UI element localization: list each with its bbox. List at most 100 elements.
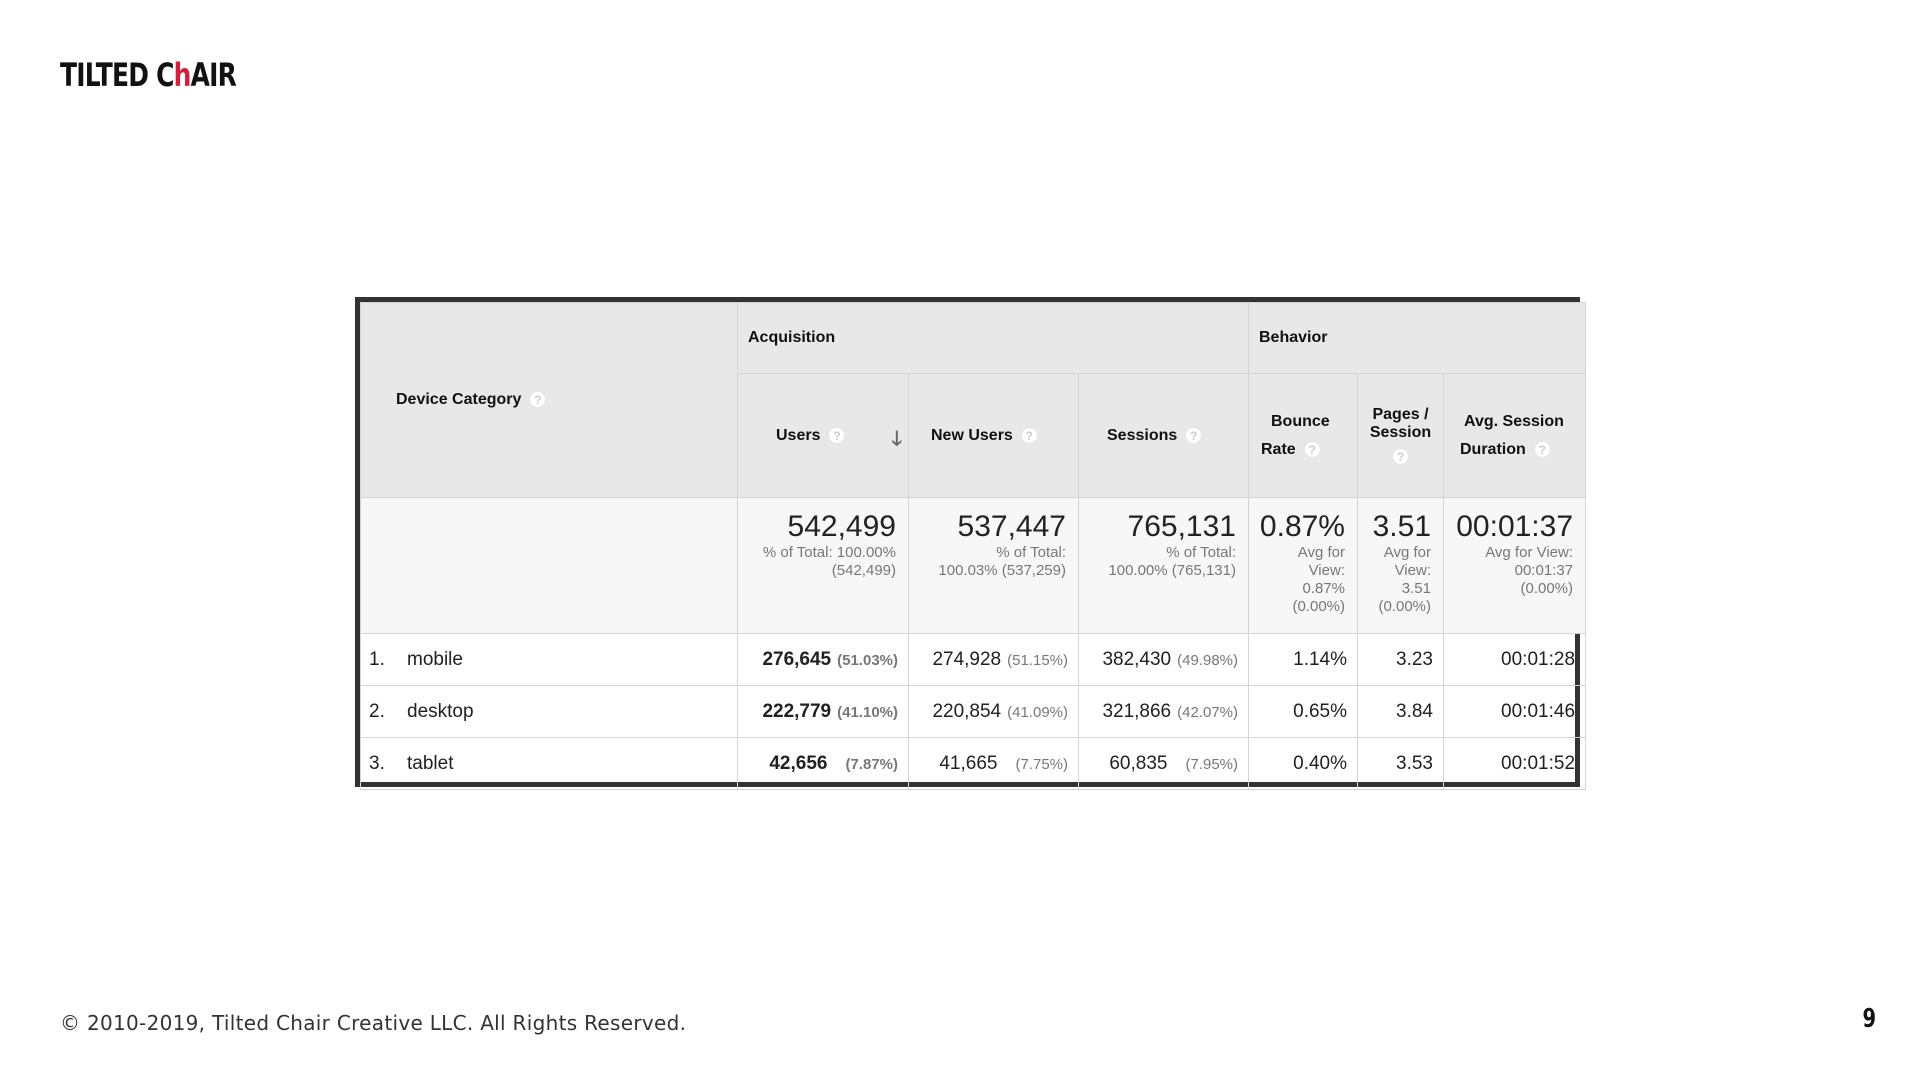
bounce-rate-column-header[interactable]: Bounce Rate? <box>1248 373 1358 498</box>
device-cell[interactable]: 3. tablet <box>360 737 738 790</box>
pages-total-note: (0.00%) <box>1378 598 1431 615</box>
users-value: 42,656 <box>769 752 828 774</box>
help-icon[interactable]: ? <box>529 391 547 409</box>
device-name[interactable]: tablet <box>407 753 453 774</box>
row-rank: 1. <box>369 648 385 670</box>
sessions-value: 382,430 <box>1102 648 1172 670</box>
new-users-value: 274,928 <box>932 648 1002 670</box>
new-users-cell: 41,665 (7.75%) <box>908 737 1079 790</box>
users-header-label: Users <box>776 426 821 444</box>
logo-text: TILTED C <box>60 56 174 94</box>
users-value: 222,779 <box>762 700 832 722</box>
analytics-table: Device Category? Acquisition Behavior Us… <box>355 297 1587 790</box>
table-row: 3. tablet 42,656 (7.87%) 41,665 (7.75%) 60,… <box>360 737 1587 790</box>
pages-session-cell: 3.53 <box>1357 737 1444 790</box>
users-column-header[interactable]: Users? 🡓 <box>737 373 909 498</box>
device-name[interactable]: desktop <box>407 701 474 722</box>
sessions-cell: 382,430 (49.98%) <box>1078 633 1249 686</box>
bounce-total-note: (0.00%) <box>1292 598 1345 615</box>
pages-total: 3.51 <box>1372 510 1431 543</box>
help-icon[interactable]: ? <box>1185 426 1203 444</box>
row-rank: 2. <box>369 700 385 722</box>
users-cell: 42,656 (7.87%) <box>737 737 909 790</box>
sessions-total-note: % of Total: <box>1166 544 1236 561</box>
bounce-total-note: View: <box>1308 562 1345 579</box>
new-users-total-note: % of Total: <box>996 544 1066 561</box>
sessions-cell: 321,866 (42.07%) <box>1078 685 1249 738</box>
avg-duration-cell: 00:01:28 <box>1442 633 1587 686</box>
bounce-rate-cell: 0.65% <box>1248 685 1358 738</box>
copyright-footer: © 2010-2019, Tilted Chair Creative LLC. … <box>60 1011 687 1035</box>
users-percent: (7.87%) <box>845 755 898 773</box>
totals-empty-cell <box>360 497 738 634</box>
brand-logo: TILTED ChAIR <box>60 56 237 94</box>
help-icon[interactable]: ? <box>1392 447 1409 465</box>
sessions-total-cell: 765,131 % of Total: 100.00% (765,131) <box>1078 497 1249 634</box>
bounce-total-note: 0.87% <box>1302 580 1345 597</box>
users-total-cell: 542,499 % of Total: 100.00% (542,499) <box>737 497 909 634</box>
bounce-rate-total-cell: 0.87% Avg for View: 0.87% (0.00%) <box>1248 497 1358 634</box>
totals-row: 542,499 % of Total: 100.00% (542,499) 53… <box>360 497 1587 634</box>
help-icon[interactable]: ? <box>1533 440 1551 458</box>
table-row: 1. mobile 276,645 (51.03%) 274,928 (51.15%)… <box>360 633 1587 686</box>
new-users-column-header[interactable]: New Users? <box>908 373 1079 498</box>
avg-duration-cell: 00:01:46 <box>1442 685 1587 738</box>
help-icon[interactable]: ? <box>1303 440 1321 458</box>
users-percent: (41.10%) <box>837 703 898 721</box>
pages-header-line2: Session <box>1369 423 1432 441</box>
logo-accent: h <box>173 56 192 94</box>
new-users-value: 220,854 <box>932 700 1002 722</box>
bounce-rate-total: 0.87% <box>1259 510 1345 543</box>
new-users-total-note: 100.03% (537,259) <box>938 562 1066 579</box>
acquisition-group-header: Acquisition <box>737 302 1249 374</box>
new-users-percent: (41.09%) <box>1007 703 1068 721</box>
duration-header-line1: Avg. Session <box>1464 412 1564 430</box>
device-name[interactable]: mobile <box>407 649 463 670</box>
sessions-total: 765,131 <box>1127 510 1236 543</box>
users-total: 542,499 <box>787 510 896 543</box>
new-users-total-cell: 537,447 % of Total: 100.03% (537,259) <box>908 497 1079 634</box>
sessions-value: 321,866 <box>1102 700 1172 722</box>
device-category-header[interactable]: Device Category? <box>360 302 738 498</box>
bounce-rate-cell: 1.14% <box>1248 633 1358 686</box>
pages-session-column-header[interactable]: Pages / Session ? <box>1357 373 1444 498</box>
sort-descending-icon[interactable]: 🡓 <box>892 424 902 458</box>
pages-header-line1: Pages / <box>1372 405 1429 423</box>
users-value: 276,645 <box>762 648 832 670</box>
pages-total-note: View: <box>1394 562 1431 579</box>
sessions-column-header[interactable]: Sessions? <box>1078 373 1249 498</box>
new-users-cell: 274,928 (51.15%) <box>908 633 1079 686</box>
avg-duration-cell: 00:01:52 <box>1442 737 1587 790</box>
duration-total-note: Avg for View: <box>1485 544 1574 561</box>
new-users-percent: (7.75%) <box>1015 755 1068 773</box>
sessions-percent: (42.07%) <box>1177 703 1238 721</box>
device-cell[interactable]: 2. desktop <box>360 685 738 738</box>
duration-total: 00:01:37 <box>1456 510 1574 543</box>
duration-total-cell: 00:01:37 Avg for View: 00:01:37 (0.00%) <box>1442 497 1587 634</box>
new-users-cell: 220,854 (41.09%) <box>908 685 1079 738</box>
sessions-percent: (7.95%) <box>1185 755 1238 773</box>
page-number: 9 <box>1862 1004 1876 1034</box>
users-total-note: (542,499) <box>831 562 896 579</box>
device-cell[interactable]: 1. mobile <box>360 633 738 686</box>
bounce-rate-cell: 0.40% <box>1248 737 1358 790</box>
new-users-header-label: New Users <box>931 426 1013 444</box>
logo-text-end: AIR <box>190 56 237 94</box>
sessions-percent: (49.98%) <box>1177 651 1238 669</box>
pages-session-cell: 3.84 <box>1357 685 1444 738</box>
help-icon[interactable]: ? <box>828 426 846 444</box>
table-row: 2. desktop 222,779 (41.10%) 220,854 (41.09%… <box>360 685 1587 738</box>
help-icon[interactable]: ? <box>1020 426 1038 444</box>
avg-session-duration-column-header[interactable]: Avg. Session Duration? <box>1442 373 1587 498</box>
duration-header-line2: Duration <box>1460 440 1526 458</box>
sessions-value: 60,835 <box>1109 752 1168 774</box>
users-cell: 222,779 (41.10%) <box>737 685 909 738</box>
bounce-total-note: Avg for <box>1297 544 1345 561</box>
sessions-cell: 60,835 (7.95%) <box>1078 737 1249 790</box>
users-cell: 276,645 (51.03%) <box>737 633 909 686</box>
new-users-total: 537,447 <box>957 510 1066 543</box>
row-rank: 3. <box>369 752 385 774</box>
users-total-note: % of Total: 100.00% <box>762 544 896 561</box>
duration-total-note: 00:01:37 <box>1514 562 1574 579</box>
sessions-header-label: Sessions <box>1107 426 1178 444</box>
